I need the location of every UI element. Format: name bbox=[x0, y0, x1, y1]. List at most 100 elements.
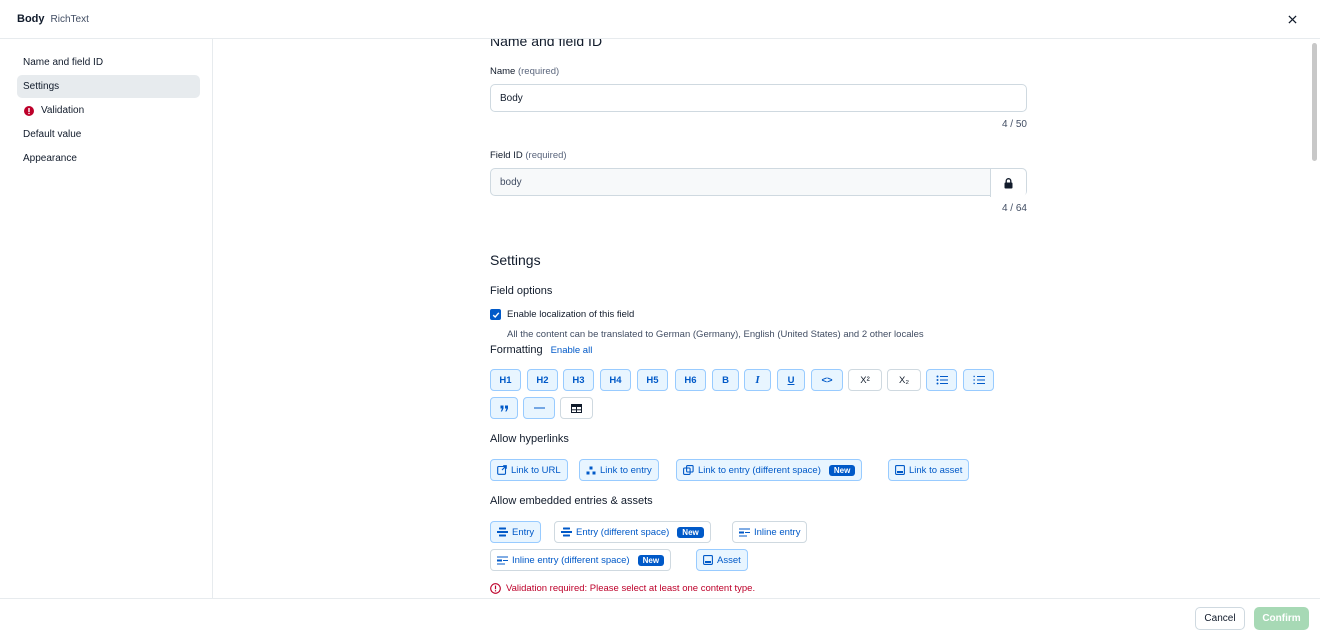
embed-inline-entry-different-space-option[interactable]: Inline entry (different space) New bbox=[490, 549, 672, 571]
copy-icon bbox=[683, 465, 694, 475]
field-options-heading: Field options bbox=[490, 285, 553, 297]
localization-checkbox-row[interactable]: Enable localization of this field bbox=[490, 309, 634, 320]
option-label: Entry (different space) bbox=[576, 526, 670, 538]
horizontal-rule-icon bbox=[533, 407, 545, 409]
new-badge: New bbox=[828, 464, 856, 476]
unlock-field-id-button[interactable] bbox=[990, 169, 1026, 197]
option-label: Inline entry (different space) bbox=[512, 554, 630, 566]
embed-asset-option[interactable]: Asset bbox=[696, 549, 748, 571]
link-to-asset-option[interactable]: Link to asset bbox=[888, 459, 970, 481]
format-quote-button[interactable] bbox=[490, 397, 518, 419]
validation-error-text: Validation required: Please select at le… bbox=[506, 583, 756, 594]
format-bulleted-list-button[interactable] bbox=[926, 369, 957, 391]
new-badge: New bbox=[677, 526, 704, 538]
format-h5-button[interactable]: H5 bbox=[637, 369, 668, 391]
format-table-button[interactable] bbox=[560, 397, 593, 419]
embed-inline-entry-option[interactable]: Inline entry bbox=[732, 521, 808, 543]
field-id-char-counter: 4 / 64 bbox=[1001, 203, 1027, 214]
sidebar-item-default-value[interactable]: Default value bbox=[17, 123, 200, 146]
link-to-entry-option[interactable]: Link to entry bbox=[579, 459, 659, 481]
entry-tree-icon bbox=[586, 466, 596, 474]
format-italic-button[interactable]: I bbox=[744, 369, 771, 391]
localization-help-text: All the content can be translated to Ger… bbox=[507, 329, 924, 340]
format-code-button[interactable]: <> bbox=[811, 369, 843, 391]
enable-all-link[interactable]: Enable all bbox=[551, 345, 593, 356]
option-label: Entry bbox=[512, 526, 535, 538]
format-horizontal-rule-button[interactable] bbox=[523, 397, 555, 419]
scrollbar-thumb[interactable] bbox=[1312, 43, 1317, 161]
formatting-row: Formatting Enable all bbox=[490, 344, 592, 356]
format-h6-button[interactable]: H6 bbox=[675, 369, 706, 391]
sidebar-item-label: Settings bbox=[23, 81, 60, 92]
name-input[interactable]: Body bbox=[490, 84, 1027, 112]
link-to-entry-different-space-option[interactable]: Link to entry (different space) New bbox=[676, 459, 863, 481]
modal-header: Body RichText bbox=[0, 0, 1320, 39]
name-input-value: Body bbox=[500, 92, 523, 104]
table-icon bbox=[571, 403, 582, 413]
image-icon bbox=[895, 465, 905, 475]
option-label: Link to entry bbox=[600, 464, 652, 476]
sidebar-item-label: Validation bbox=[41, 105, 85, 116]
link-to-url-option[interactable]: Link to URL bbox=[490, 459, 568, 481]
name-char-counter: 4 / 50 bbox=[1001, 119, 1027, 130]
external-link-icon bbox=[497, 465, 507, 475]
quote-icon bbox=[500, 405, 508, 411]
format-subscript-button[interactable]: X₂ bbox=[887, 369, 921, 391]
validation-error-message: Validation required: Please select at le… bbox=[490, 583, 755, 594]
sidebar-item-settings[interactable]: Settings bbox=[17, 75, 200, 98]
settings-content[interactable]: Name and field ID Name (required) Body 4… bbox=[214, 39, 1308, 598]
field-settings-modal: Body RichText Name and field ID Settings… bbox=[0, 0, 1320, 638]
sidebar-nav: Name and field ID Settings Validation De… bbox=[0, 39, 213, 598]
entry-block-icon bbox=[561, 527, 572, 537]
format-h1-button[interactable]: H1 bbox=[490, 369, 521, 391]
modal-footer: Cancel Confirm bbox=[0, 598, 1320, 638]
warning-circle-icon bbox=[490, 583, 501, 594]
numbered-list-icon bbox=[973, 375, 985, 385]
check-icon bbox=[492, 311, 499, 318]
localization-label: Enable localization of this field bbox=[507, 309, 635, 320]
content-scrollbar[interactable] bbox=[1308, 39, 1320, 598]
field-id-input-value: body bbox=[500, 176, 522, 188]
field-id-input[interactable]: body bbox=[490, 168, 1027, 197]
modal-title: Body bbox=[17, 13, 45, 25]
embed-entry-different-space-option[interactable]: Entry (different space) New bbox=[554, 521, 711, 543]
format-bold-button[interactable]: B bbox=[712, 369, 739, 391]
format-underline-button[interactable]: U bbox=[777, 369, 805, 391]
confirm-button[interactable]: Confirm bbox=[1254, 607, 1309, 630]
option-label: Link to asset bbox=[909, 464, 963, 476]
close-button[interactable] bbox=[1284, 11, 1300, 27]
required-hint: (required) bbox=[525, 150, 567, 161]
sidebar-item-label: Default value bbox=[23, 129, 82, 140]
embedded-heading: Allow embedded entries & assets bbox=[490, 495, 653, 507]
lock-icon bbox=[1004, 177, 1013, 188]
format-h3-button[interactable]: H3 bbox=[563, 369, 594, 391]
new-badge: New bbox=[637, 554, 665, 566]
hyperlinks-heading: Allow hyperlinks bbox=[490, 433, 569, 445]
section-title-settings: Settings bbox=[490, 252, 541, 268]
cancel-button[interactable]: Cancel bbox=[1195, 607, 1245, 630]
sidebar-item-label: Name and field ID bbox=[23, 57, 104, 68]
sidebar-item-appearance[interactable]: Appearance bbox=[17, 147, 200, 170]
localization-checkbox[interactable] bbox=[490, 309, 501, 320]
option-label: Link to URL bbox=[511, 464, 561, 476]
format-h2-button[interactable]: H2 bbox=[527, 369, 558, 391]
name-label-text: Name bbox=[490, 66, 516, 77]
format-superscript-button[interactable]: X² bbox=[848, 369, 882, 391]
format-numbered-list-button[interactable] bbox=[963, 369, 994, 391]
format-h4-button[interactable]: H4 bbox=[600, 369, 631, 391]
name-label: Name (required) bbox=[490, 66, 559, 77]
close-icon bbox=[1287, 14, 1297, 24]
field-id-label-text: Field ID bbox=[490, 150, 523, 161]
sidebar-item-name-and-field-id[interactable]: Name and field ID bbox=[17, 51, 200, 74]
entry-block-icon bbox=[497, 527, 508, 537]
sidebar-item-validation[interactable]: Validation bbox=[17, 99, 200, 122]
field-type-label: RichText bbox=[50, 13, 89, 25]
option-label: Inline entry bbox=[754, 526, 801, 538]
embed-entry-option[interactable]: Entry bbox=[490, 521, 542, 543]
bulleted-list-icon bbox=[936, 375, 948, 385]
sidebar-item-label: Appearance bbox=[23, 153, 77, 164]
error-icon bbox=[24, 105, 34, 116]
field-id-label: Field ID (required) bbox=[490, 150, 567, 161]
option-label: Link to entry (different space) bbox=[698, 464, 821, 476]
formatting-heading: Formatting bbox=[490, 344, 543, 356]
